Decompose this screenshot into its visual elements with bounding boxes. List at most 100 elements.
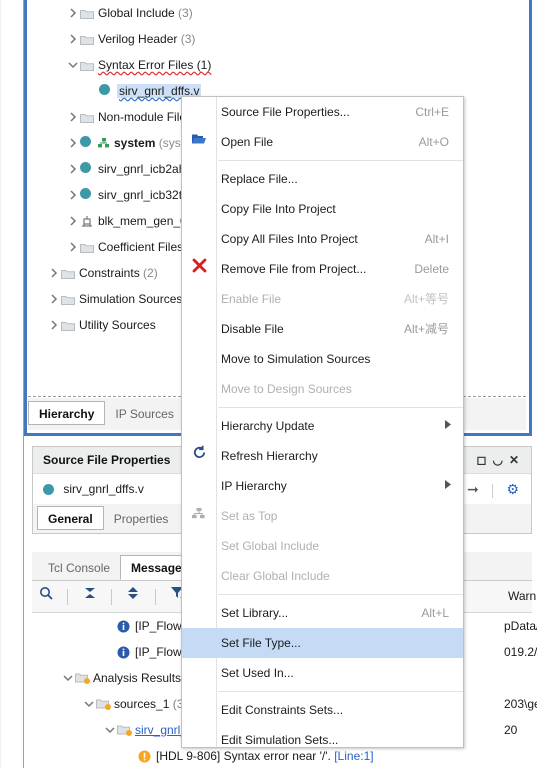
search-icon[interactable] xyxy=(32,581,60,612)
tree-row-label: Utility Sources xyxy=(79,318,156,332)
menu-item-edit-constraints-sets[interactable]: Edit Constraints Sets... xyxy=(182,695,463,725)
menu-item-label: Set Library... xyxy=(221,606,289,620)
menu-item-label: Set Used In... xyxy=(221,666,294,680)
folder-icon xyxy=(61,260,79,286)
forward-arrow-icon[interactable]: ➞ xyxy=(467,481,479,497)
expand-all-icon[interactable] xyxy=(119,581,147,612)
message-tail-text: 019.2/data/ip xyxy=(504,645,537,659)
folder-warn-icon xyxy=(96,691,114,717)
menu-item-label: Clear Global Include xyxy=(221,569,330,583)
menu-item-label: Set File Type... xyxy=(221,636,301,650)
folder-icon xyxy=(80,26,98,52)
menu-item-shortcut: Alt+等号 xyxy=(403,292,449,306)
menu-item-move-to-simulation-sources[interactable]: Move to Simulation Sources xyxy=(182,344,463,374)
menu-item-disable-file[interactable]: Disable File Alt+减号 xyxy=(182,314,463,344)
menu-item-label: Move to Simulation Sources xyxy=(221,352,371,366)
menu-item-label: Edit Constraints Sets... xyxy=(221,703,344,717)
menu-item-move-to-design-sources: Move to Design Sources xyxy=(182,374,463,404)
tree-row-count: (3) xyxy=(177,32,196,46)
menu-item-label: Hierarchy Update xyxy=(221,419,315,433)
menu-item-label: Enable File xyxy=(221,292,282,306)
tree-row[interactable]: Verilog Header (3) xyxy=(28,26,526,52)
tab-properties[interactable]: Properties xyxy=(104,507,179,531)
menu-item-label: Set as Top xyxy=(221,509,278,523)
toolbar-separator-2 xyxy=(111,589,113,605)
tree-row-label: Simulation Sources xyxy=(79,292,183,306)
tree-focus-border-left xyxy=(24,0,27,436)
ip-icon xyxy=(80,208,98,234)
menu-item-source-file-properties[interactable]: Source File Properties... Ctrl+E xyxy=(182,97,463,127)
top-module-badge-icon xyxy=(98,130,114,156)
sfp-file-name: sirv_gnrl_dffs.v xyxy=(63,482,144,496)
sfp-window-buttons[interactable]: ◻◡✕ xyxy=(476,447,525,473)
chevron-right-icon[interactable] xyxy=(66,104,80,130)
chevron-down-icon[interactable] xyxy=(61,665,75,691)
menu-item-set-used-in[interactable]: Set Used In... xyxy=(182,658,463,688)
gear-icon[interactable]: ⚙ xyxy=(506,481,519,497)
tree-row-label: sirv_gnrl_icb32tc xyxy=(98,188,189,202)
chevron-right-icon[interactable] xyxy=(66,156,80,182)
menu-item-label: Move to Design Sources xyxy=(221,382,352,396)
tab-hierarchy[interactable]: Hierarchy xyxy=(28,401,106,425)
tree-row-label: Verilog Header xyxy=(98,32,178,46)
menu-item-set-library[interactable]: Set Library... Alt+L xyxy=(182,598,463,628)
menu-item-set-as-top: Set as Top xyxy=(182,501,463,531)
refresh-icon xyxy=(182,441,216,471)
chevron-down-icon[interactable] xyxy=(66,52,80,78)
toolbar-separator-3 xyxy=(154,589,156,605)
chevron-right-icon[interactable] xyxy=(47,312,61,338)
chevron-down-icon[interactable] xyxy=(103,717,117,743)
menu-item-replace-file[interactable]: Replace File... xyxy=(182,164,463,194)
menu-item-label: Set Global Include xyxy=(221,539,320,553)
menu-item-hierarchy-update[interactable]: Hierarchy Update xyxy=(182,411,463,441)
messages-filter-warning-label[interactable]: Warning (27 xyxy=(508,581,537,612)
submenu-arrow-icon xyxy=(445,471,451,501)
tab-ip-sources[interactable]: IP Sources xyxy=(105,402,183,426)
chevron-right-icon[interactable] xyxy=(66,182,80,208)
folder-icon xyxy=(80,0,98,26)
tab-general[interactable]: General xyxy=(37,506,104,530)
tab-tcl-console[interactable]: Tcl Console xyxy=(38,556,120,581)
message-line-link[interactable]: [Line:1] xyxy=(331,749,373,763)
menu-item-set-global-include: Set Global Include xyxy=(182,531,463,561)
menu-item-edit-simulation-sets[interactable]: Edit Simulation Sets... xyxy=(182,725,463,747)
message-text: [HDL 9-806] Syntax error near '/'. xyxy=(156,749,331,763)
float-icon[interactable]: ◡ xyxy=(492,453,508,467)
context-menu-separator xyxy=(218,594,463,595)
close-icon[interactable]: ✕ xyxy=(509,453,525,467)
chevron-right-icon[interactable] xyxy=(47,260,61,286)
info-icon xyxy=(117,613,135,639)
chevron-right-icon[interactable] xyxy=(47,286,61,312)
maximize-icon[interactable]: ◻ xyxy=(476,453,492,467)
chevron-right-icon[interactable] xyxy=(66,234,80,260)
chevron-right-icon[interactable] xyxy=(66,26,80,52)
chevron-down-icon[interactable] xyxy=(82,691,96,717)
tree-row[interactable]: Syntax Error Files (1) xyxy=(28,52,526,78)
chevron-right-icon[interactable] xyxy=(66,130,80,156)
menu-item-ip-hierarchy[interactable]: IP Hierarchy xyxy=(182,471,463,501)
menu-item-label: Refresh Hierarchy xyxy=(221,449,318,463)
chevron-right-icon[interactable] xyxy=(66,0,80,26)
menu-item-shortcut: Alt+I xyxy=(424,232,449,246)
hierarchy-icon xyxy=(182,501,216,531)
menu-item-copy-all-files-into-project[interactable]: Copy All Files Into Project Alt+I xyxy=(182,224,463,254)
context-menu-items[interactable]: Source File Properties... Ctrl+E Open File… xyxy=(182,97,463,747)
menu-item-copy-file-into-project[interactable]: Copy File Into Project xyxy=(182,194,463,224)
menu-item-open-file[interactable]: Open File Alt+O xyxy=(182,127,463,157)
folder-warn-icon xyxy=(117,717,135,743)
context-menu[interactable]: Source File Properties... Ctrl+E Open File… xyxy=(181,96,464,748)
menu-item-label: Copy File Into Project xyxy=(221,202,336,216)
tree-row-label: system xyxy=(114,136,156,150)
tree-row-label: Coefficient Files xyxy=(98,240,184,254)
menu-item-refresh-hierarchy[interactable]: Refresh Hierarchy xyxy=(182,441,463,471)
circle-icon xyxy=(99,78,117,104)
sfp-title-text: Source File Properties xyxy=(43,453,171,467)
chevron-right-icon[interactable] xyxy=(66,208,80,234)
menu-item-label: Copy All Files Into Project xyxy=(221,232,358,246)
menu-item-set-file-type[interactable]: Set File Type... xyxy=(182,628,463,658)
verilog-file-icon xyxy=(43,484,54,496)
tree-row[interactable]: Global Include (3) xyxy=(28,0,526,26)
collapse-all-icon[interactable] xyxy=(76,581,104,612)
menu-item-remove-file-from-project[interactable]: Remove File from Project... Delete xyxy=(182,254,463,284)
sfp-toolbar[interactable]: ➞ ⚙ xyxy=(467,474,527,504)
